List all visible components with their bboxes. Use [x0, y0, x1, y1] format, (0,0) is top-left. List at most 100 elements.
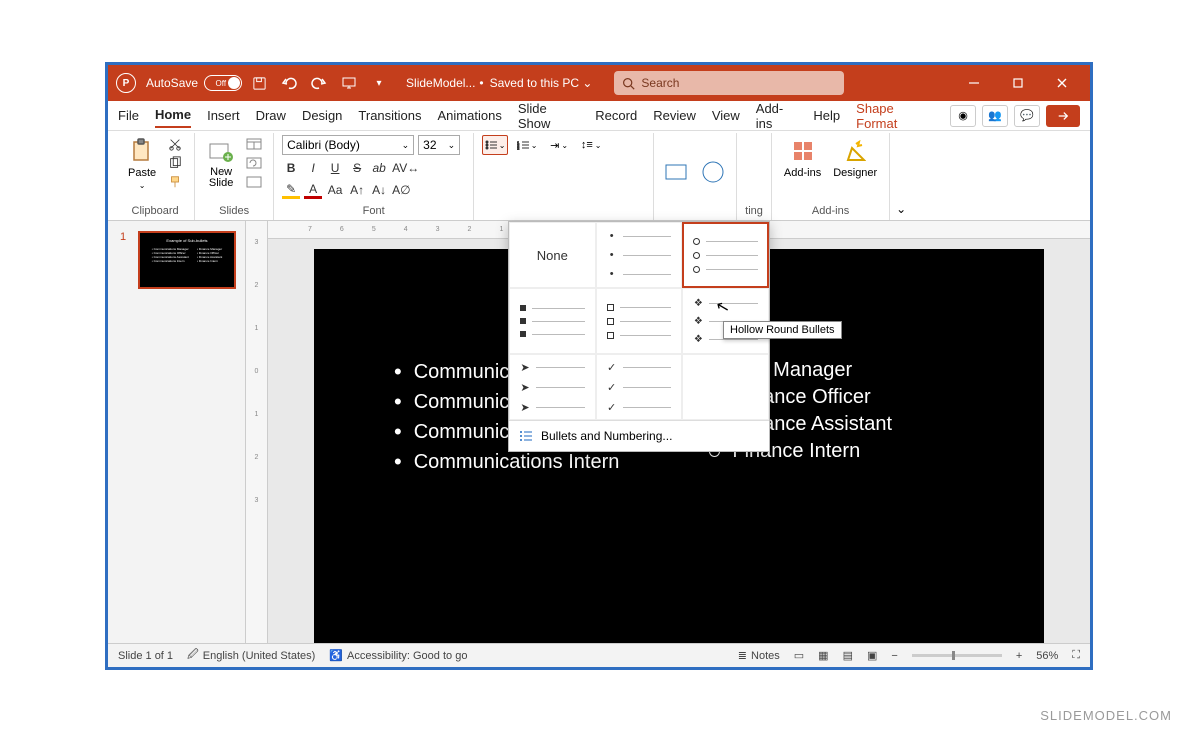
- redo-icon[interactable]: [306, 70, 332, 96]
- ribbon-collapse-icon[interactable]: ⌄: [892, 198, 910, 220]
- clear-format-button[interactable]: A∅: [392, 181, 410, 199]
- font-size-combo[interactable]: 32⌄: [418, 135, 460, 155]
- thumb-number: 1: [120, 231, 126, 243]
- slide-thumbnail-panel: 1 Example of Sub-bullets Communications …: [108, 221, 246, 643]
- autosave-toggle[interactable]: Off: [204, 75, 242, 91]
- view-slideshow-icon[interactable]: ▣: [867, 649, 877, 662]
- bullet-option-empty[interactable]: [682, 354, 769, 420]
- designer-button[interactable]: Designer: [829, 135, 881, 181]
- minimize-icon[interactable]: [954, 67, 994, 99]
- bullets-dropdown-button[interactable]: ⌄: [482, 135, 508, 155]
- bullet-tooltip: Hollow Round Bullets: [723, 321, 842, 339]
- format-painter-icon[interactable]: [164, 173, 186, 191]
- bold-button[interactable]: B: [282, 159, 300, 177]
- fit-to-window-icon[interactable]: ⛶: [1072, 649, 1080, 662]
- tab-review[interactable]: Review: [653, 104, 696, 127]
- ribbon: Paste ⌄ Clipboard New Slide: [108, 131, 1090, 221]
- numbering-dropdown-button[interactable]: 123 ⌄: [514, 135, 540, 155]
- tab-view[interactable]: View: [712, 104, 740, 127]
- group-drawing: [654, 133, 737, 220]
- tab-record[interactable]: Record: [595, 104, 637, 127]
- zoom-in-button[interactable]: +: [1016, 650, 1022, 662]
- bullet-option-check[interactable]: ✓ ✓ ✓: [596, 354, 683, 420]
- titlebar: P AutoSave Off ▾ SlideModel... • Saved t…: [108, 65, 1090, 101]
- section-icon[interactable]: [243, 173, 265, 191]
- addins-button[interactable]: Add-ins: [780, 135, 825, 181]
- group-editing: ting: [737, 133, 772, 220]
- tab-home[interactable]: Home: [155, 103, 191, 128]
- search-input[interactable]: Search: [614, 71, 844, 95]
- zoom-slider[interactable]: [912, 654, 1002, 657]
- bullet-option-hollow-square[interactable]: [596, 288, 683, 354]
- camera-icon[interactable]: ◉: [950, 105, 976, 127]
- accessibility-button[interactable]: ♿ Accessibility: Good to go: [329, 649, 467, 662]
- view-sorter-icon[interactable]: ▦: [818, 649, 828, 662]
- svg-text:3: 3: [517, 146, 520, 150]
- circle-shape-icon[interactable]: [698, 159, 728, 185]
- slide-indicator: Slide 1 of 1: [118, 650, 173, 662]
- line-spacing-button[interactable]: ↕≡⌄: [578, 135, 604, 155]
- tab-insert[interactable]: Insert: [207, 104, 240, 127]
- tab-file[interactable]: File: [118, 104, 139, 127]
- grow-font-button[interactable]: A↑: [348, 181, 366, 199]
- bullet-option-none[interactable]: None: [509, 222, 596, 288]
- save-icon[interactable]: [246, 70, 272, 96]
- tab-animations[interactable]: Animations: [438, 104, 502, 127]
- view-reading-icon[interactable]: ▤: [843, 649, 853, 662]
- tab-shape-format[interactable]: Shape Format: [856, 97, 934, 135]
- comments-icon[interactable]: 💬: [1014, 105, 1040, 127]
- group-paragraph: ⌄ 123 ⌄ ⇥⌄ ↕≡⌄: [474, 133, 654, 220]
- copy-icon[interactable]: [164, 154, 186, 172]
- cut-icon[interactable]: [164, 135, 186, 153]
- layout-icon[interactable]: [243, 135, 265, 153]
- ribbon-tabs: File Home Insert Draw Design Transitions…: [108, 101, 1090, 131]
- rectangle-shape-icon[interactable]: [662, 159, 692, 185]
- qat-more-icon[interactable]: ▾: [366, 70, 392, 96]
- search-placeholder: Search: [641, 76, 679, 90]
- teams-icon[interactable]: 👥: [982, 105, 1008, 127]
- shadow-button[interactable]: ab: [370, 159, 388, 177]
- statusbar: Slide 1 of 1 🖉 English (United States) ♿…: [108, 643, 1090, 667]
- group-slides: New Slide Slides: [195, 133, 274, 220]
- change-case-button[interactable]: Aa: [326, 181, 344, 199]
- tab-right-tools: ◉ 👥 💬: [950, 105, 1080, 127]
- language-button[interactable]: 🖉 English (United States): [187, 646, 315, 665]
- close-icon[interactable]: [1042, 67, 1082, 99]
- tab-help[interactable]: Help: [813, 104, 840, 127]
- zoom-out-button[interactable]: −: [891, 650, 897, 662]
- notes-button[interactable]: ≣ Notes: [738, 649, 780, 662]
- save-status[interactable]: Saved to this PC ⌄: [490, 76, 593, 90]
- char-spacing-button[interactable]: AV↔: [392, 159, 419, 177]
- tab-transitions[interactable]: Transitions: [358, 104, 421, 127]
- highlight-button[interactable]: ✎: [282, 181, 300, 199]
- paste-button[interactable]: Paste ⌄: [124, 135, 160, 192]
- bullet-option-hollow-round[interactable]: [682, 222, 769, 288]
- font-name-combo[interactable]: Calibri (Body)⌄: [282, 135, 414, 155]
- tab-draw[interactable]: Draw: [256, 104, 286, 127]
- shrink-font-button[interactable]: A↓: [370, 181, 388, 199]
- new-slide-button[interactable]: New Slide: [203, 135, 239, 191]
- app-window: P AutoSave Off ▾ SlideModel... • Saved t…: [105, 62, 1093, 670]
- tab-slideshow[interactable]: Slide Show: [518, 97, 579, 135]
- list-level-button[interactable]: ⇥⌄: [546, 135, 572, 155]
- view-normal-icon[interactable]: ▭: [794, 649, 804, 662]
- bullets-and-numbering-link[interactable]: Bullets and Numbering...: [509, 420, 769, 451]
- share-button[interactable]: [1046, 105, 1080, 127]
- maximize-icon[interactable]: [998, 67, 1038, 99]
- reset-icon[interactable]: [243, 154, 265, 172]
- slide-thumbnail-1[interactable]: Example of Sub-bullets Communications Ma…: [138, 231, 236, 289]
- group-font: Calibri (Body)⌄ 32⌄ B I U S ab AV↔ ✎ A A…: [274, 133, 474, 220]
- group-clipboard: Paste ⌄ Clipboard: [116, 133, 195, 220]
- font-color-button[interactable]: A: [304, 181, 322, 199]
- italic-button[interactable]: I: [304, 159, 322, 177]
- tab-design[interactable]: Design: [302, 104, 342, 127]
- bullet-option-filled-round[interactable]: • • •: [596, 222, 683, 288]
- undo-icon[interactable]: [276, 70, 302, 96]
- present-icon[interactable]: [336, 70, 362, 96]
- bullet-option-filled-square[interactable]: [509, 288, 596, 354]
- bullet-option-arrow[interactable]: ➤ ➤ ➤: [509, 354, 596, 420]
- tab-addins[interactable]: Add-ins: [756, 97, 798, 135]
- strike-button[interactable]: S: [348, 159, 366, 177]
- underline-button[interactable]: U: [326, 159, 344, 177]
- editor-area: 1 Example of Sub-bullets Communications …: [108, 221, 1090, 643]
